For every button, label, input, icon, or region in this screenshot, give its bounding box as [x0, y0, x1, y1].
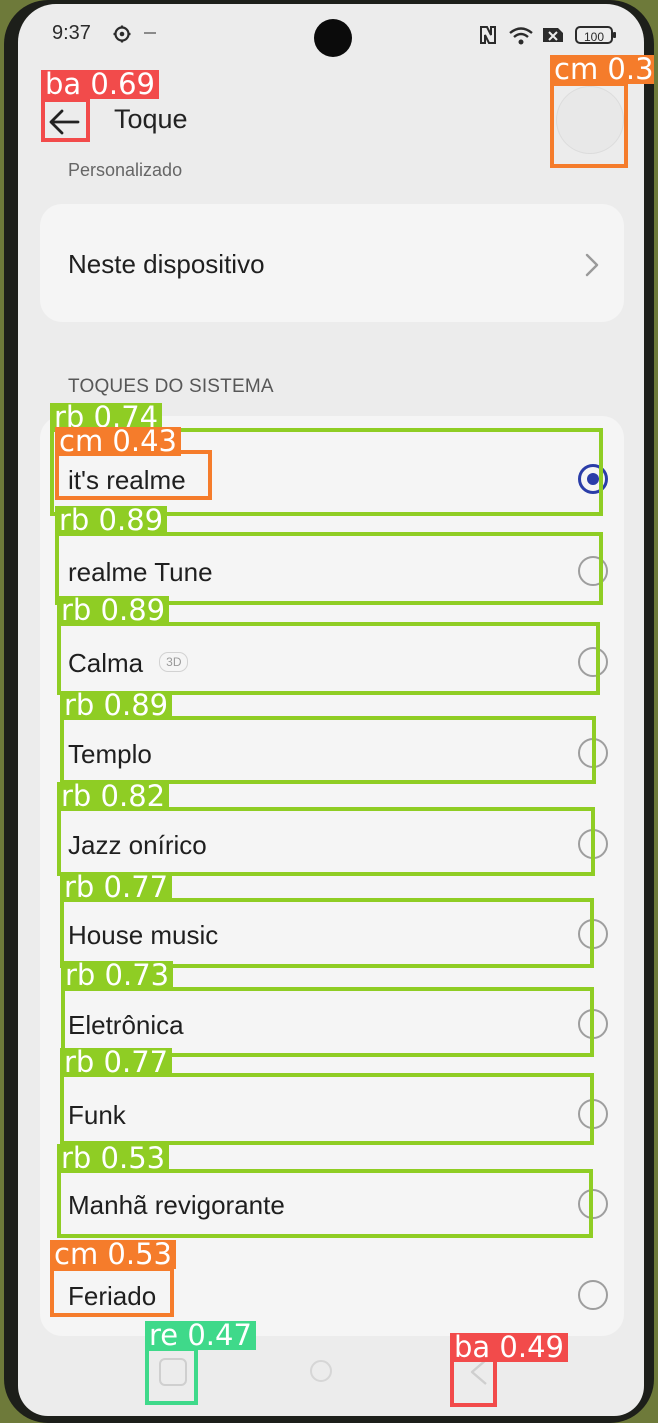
- section-header-personalizado: Personalizado: [68, 160, 183, 180]
- detection-tag: rb 0.89: [57, 596, 170, 625]
- chevron-right-icon: [585, 253, 599, 277]
- detection-box: [550, 82, 628, 168]
- detection-tag: re 0.47: [145, 1321, 256, 1350]
- radio-unselected[interactable]: [578, 1280, 608, 1310]
- detection-tag: rb 0.53: [57, 1144, 170, 1173]
- detection-box: [50, 1267, 174, 1317]
- section-header-system-ringtones: TOQUES DO SISTEMA: [68, 376, 274, 397]
- detection-tag: cm 0.3: [550, 55, 654, 84]
- battery-icon: 100: [575, 26, 616, 44]
- detection-box: [57, 1169, 593, 1238]
- device-ringtones-label: Neste dispositivo: [68, 249, 265, 279]
- nfc-icon: [480, 26, 496, 44]
- detection-tag: cm 0.53: [50, 1240, 176, 1269]
- front-camera: [314, 19, 352, 57]
- detection-box: [41, 98, 90, 142]
- detection-box: [60, 1073, 594, 1145]
- detection-tag: cm 0.43: [55, 427, 181, 456]
- detection-box: [57, 622, 600, 695]
- no-sim-icon: [543, 28, 563, 42]
- page-title: Toque: [114, 104, 188, 134]
- detection-tag: rb 0.77: [60, 1048, 173, 1077]
- detection-tag: rb 0.77: [60, 873, 173, 902]
- home-button[interactable]: [310, 1360, 332, 1382]
- status-time: 9:37: [52, 22, 91, 44]
- detection-box: [60, 716, 596, 784]
- wifi-icon: [509, 27, 533, 45]
- device-ringtones-item[interactable]: Neste dispositivo: [40, 204, 624, 322]
- detection-box: [145, 1347, 198, 1405]
- detection-tag: rb 0.89: [60, 691, 173, 720]
- dash-icon: [144, 32, 156, 34]
- detection-tag: rb 0.73: [61, 961, 174, 990]
- detection-box: [450, 1357, 497, 1407]
- detection-box: [57, 807, 595, 876]
- detection-tag: rb 0.89: [55, 506, 168, 535]
- detection-tag: ba 0.69: [41, 70, 159, 99]
- detection-tag: ba 0.49: [450, 1333, 568, 1362]
- detection-tag: rb 0.82: [57, 782, 170, 811]
- settings-gear-icon: [113, 25, 131, 43]
